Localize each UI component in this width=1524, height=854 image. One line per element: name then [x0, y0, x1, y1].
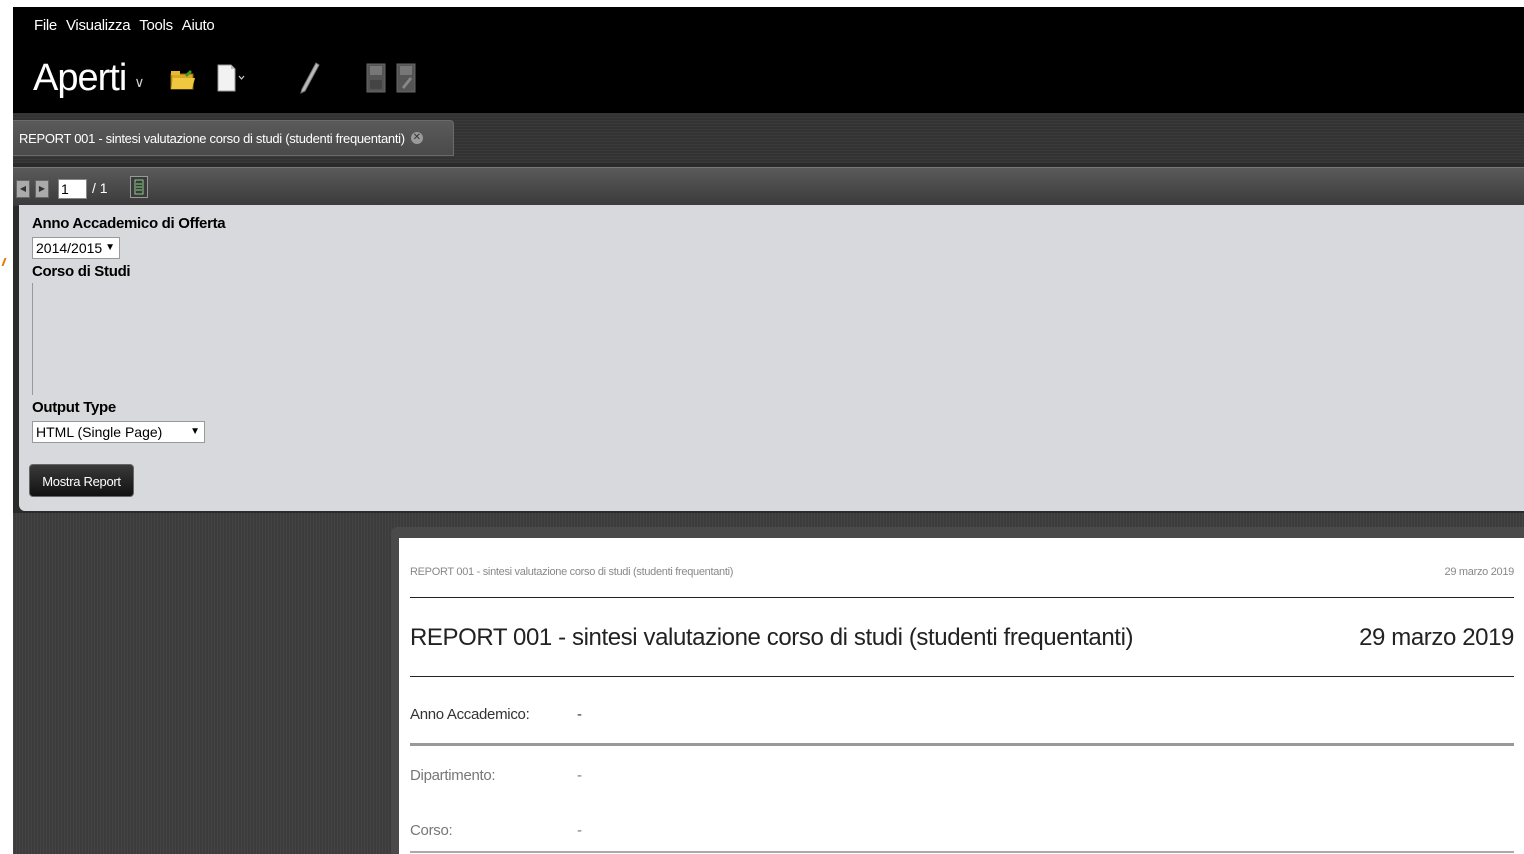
next-page-button[interactable]: ▶	[35, 180, 49, 198]
page-number-input[interactable]: 1	[58, 179, 87, 199]
app-window: File Visualizza Tools Aiuto Aperti ∨ REP…	[13, 7, 1524, 854]
menubar: File Visualizza Tools Aiuto	[34, 17, 223, 34]
report-header-title: REPORT 001 - sintesi valutazione corso d…	[410, 566, 734, 578]
toggle-parameters-button[interactable]	[130, 176, 148, 198]
output-type-value: HTML (Single Page)	[36, 424, 163, 440]
anno-accademico-value: 2014/2015	[36, 240, 103, 256]
output-type-label: Output Type	[32, 399, 116, 416]
anno-accademico-row-label: Anno Accademico:	[410, 706, 530, 723]
tab-label: REPORT 001 - sintesi valutazione corso d…	[19, 130, 405, 146]
show-report-button[interactable]: Mostra Report	[29, 464, 134, 497]
menu-file[interactable]: File	[34, 17, 57, 34]
tab-strip: REPORT 001 - sintesi valutazione corso d…	[13, 113, 1524, 163]
report-title: REPORT 001 - sintesi valutazione corso d…	[410, 624, 1134, 651]
output-type-select[interactable]: HTML (Single Page) ▼	[32, 421, 205, 443]
menu-visualizza[interactable]: Visualizza	[66, 17, 131, 34]
open-dropdown[interactable]: Aperti ∨	[33, 56, 145, 100]
open-label: Aperti	[33, 56, 127, 99]
close-icon[interactable]: ✕	[410, 132, 423, 144]
new-document-icon[interactable]	[216, 63, 246, 93]
anno-accademico-label: Anno Accademico di Offerta	[32, 215, 226, 232]
save-icon[interactable]	[366, 63, 386, 93]
dipartimento-row-label: Dipartimento:	[410, 767, 496, 784]
folder-open-icon[interactable]	[170, 69, 196, 91]
dropdown-arrow-icon: ▼	[190, 426, 200, 437]
header: File Visualizza Tools Aiuto Aperti ∨	[13, 7, 1524, 113]
accent-marker	[0, 258, 7, 266]
menu-aiuto[interactable]: Aiuto	[182, 17, 215, 34]
corso-row-value: -	[577, 822, 582, 839]
dropdown-arrow-icon: ▼	[105, 242, 115, 253]
dipartimento-row-value: -	[577, 767, 582, 784]
toolbar: Aperti ∨	[33, 55, 416, 101]
divider	[410, 597, 1514, 598]
menu-tools[interactable]: Tools	[139, 17, 173, 34]
page-total: / 1	[92, 180, 108, 196]
anno-accademico-select[interactable]: 2014/2015 ▼	[32, 237, 120, 259]
save-as-icon[interactable]	[396, 63, 416, 93]
parameters-panel: Anno Accademico di Offerta 2014/2015 ▼ C…	[19, 205, 1524, 511]
corso-di-studi-listbox[interactable]	[32, 283, 36, 395]
pencil-icon[interactable]	[298, 61, 322, 95]
divider	[410, 676, 1514, 677]
row-separator	[410, 743, 1514, 746]
tab-report-001[interactable]: REPORT 001 - sintesi valutazione corso d…	[13, 120, 454, 156]
pager-bar: ◀ ▶ 1 / 1	[13, 167, 1524, 206]
corso-di-studi-label: Corso di Studi	[32, 263, 131, 280]
row-separator	[410, 851, 1514, 853]
report-page: REPORT 001 - sintesi valutazione corso d…	[399, 538, 1524, 854]
report-date: 29 marzo 2019	[1359, 624, 1514, 651]
report-header-date: 29 marzo 2019	[1444, 566, 1515, 578]
list-icon	[134, 179, 144, 195]
previous-page-button[interactable]: ◀	[16, 180, 30, 198]
anno-accademico-row-value: -	[577, 706, 582, 723]
chevron-down-icon: ∨	[134, 73, 144, 90]
corso-row-label: Corso:	[410, 822, 453, 839]
